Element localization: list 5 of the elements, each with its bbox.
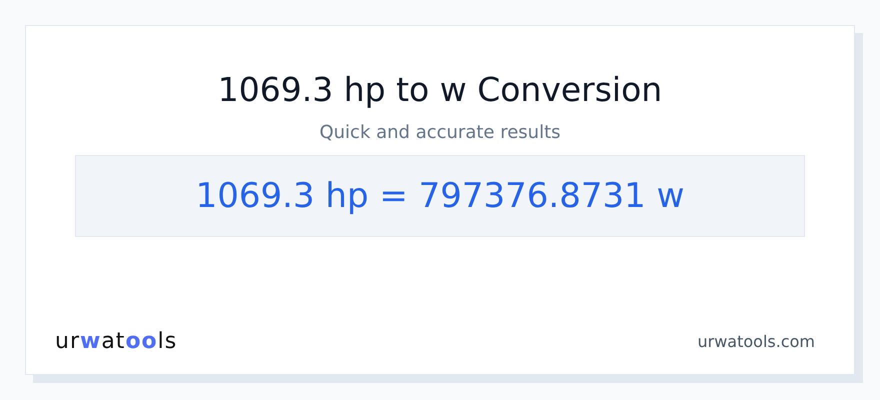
logo: urwatools: [55, 329, 178, 354]
page-title: 1069.3 hp to w Conversion: [218, 69, 662, 111]
result-text: 1069.3 hp = 797376.8731 w: [196, 176, 684, 216]
site-link[interactable]: urwatools.com: [698, 332, 815, 351]
subtitle: Quick and accurate results: [319, 122, 561, 143]
